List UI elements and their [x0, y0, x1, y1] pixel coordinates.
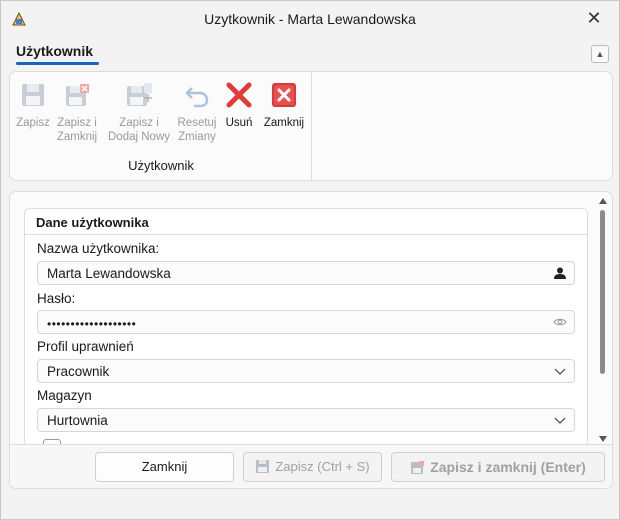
scroll-down-arrow-icon[interactable] — [599, 436, 607, 442]
floppy-close-icon — [411, 461, 425, 475]
ribbon-group-uzytkownik: Zapisz Zapisz i Zamknij Zapisz i Dodaj N… — [10, 72, 312, 180]
footer-close-button[interactable]: Zamknij — [95, 452, 234, 482]
ribbon-save-button[interactable]: Zapisz — [14, 80, 52, 130]
chevron-down-icon — [554, 368, 566, 375]
footer-save-button[interactable]: Zapisz (Ctrl + S) — [243, 452, 382, 482]
delete-x-icon — [226, 82, 252, 108]
window-title: Uzytkownik - Marta Lewandowska — [204, 11, 416, 27]
floppy-close-icon — [66, 84, 89, 106]
username-value: Marta Lewandowska — [47, 266, 171, 281]
password-value: ••••••••••••••••••• — [47, 317, 137, 331]
undo-icon — [185, 87, 209, 108]
warehouse-select[interactable]: Hurtownia — [37, 408, 575, 432]
profile-value: Pracownik — [47, 364, 110, 379]
password-field[interactable]: ••••••••••••••••••• — [37, 310, 575, 334]
warehouse-label: Magazyn — [37, 388, 92, 403]
user-data-panel: Dane użytkownika Nazwa użytkownika: Mart… — [24, 208, 588, 448]
ribbon-save-close-button[interactable]: Zapisz i Zamknij — [54, 80, 100, 144]
ribbon-tab-uzytkownik[interactable]: Użytkownik — [16, 43, 93, 59]
window-close-button[interactable]: ✕ — [579, 7, 609, 31]
ribbon-group-label: Użytkownik — [128, 158, 194, 173]
ribbon-close-button[interactable]: Zamknij — [260, 80, 308, 130]
scroll-up-arrow-icon[interactable] — [599, 198, 607, 204]
dialog-footer: Zamknij Zapisz (Ctrl + S) Zapisz i zamkn… — [10, 444, 612, 488]
username-field[interactable]: Marta Lewandowska — [37, 261, 575, 285]
floppy-add-icon — [127, 83, 152, 106]
ribbon-reset-button[interactable]: Resetuj Zmiany — [176, 80, 218, 144]
footer-save-close-button[interactable]: Zapisz i zamknij (Enter) — [391, 452, 605, 482]
content-area: Dane użytkownika Nazwa użytkownika: Mart… — [9, 191, 613, 489]
ribbon-delete-button[interactable]: Usuń — [221, 80, 257, 130]
user-icon[interactable] — [553, 266, 567, 280]
floppy-disk-icon — [256, 460, 270, 474]
collapse-ribbon-button[interactable]: ▲ — [591, 45, 609, 63]
close-square-icon — [272, 83, 296, 107]
password-label: Hasło: — [37, 291, 76, 306]
scroll-thumb[interactable] — [600, 210, 605, 374]
chevron-down-icon — [554, 417, 566, 424]
warehouse-value: Hurtownia — [47, 413, 108, 428]
title-bar: Uzytkownik - Marta Lewandowska ✕ — [1, 1, 619, 37]
ribbon-tab-indicator — [16, 62, 99, 65]
eye-icon[interactable] — [553, 315, 567, 329]
profile-select[interactable]: Pracownik — [37, 359, 575, 383]
ribbon-save-add-button[interactable]: Zapisz i Dodaj Nowy — [102, 80, 176, 144]
ribbon: Zapisz Zapisz i Zamknij Zapisz i Dodaj N… — [9, 71, 613, 181]
vertical-scrollbar[interactable] — [598, 198, 608, 442]
floppy-disk-icon — [22, 84, 44, 106]
window: Uzytkownik - Marta Lewandowska ✕ Użytkow… — [0, 0, 620, 520]
username-label: Nazwa użytkownika: — [37, 241, 160, 256]
panel-header: Dane użytkownika — [25, 209, 587, 235]
profile-label: Profil uprawnień — [37, 339, 134, 354]
